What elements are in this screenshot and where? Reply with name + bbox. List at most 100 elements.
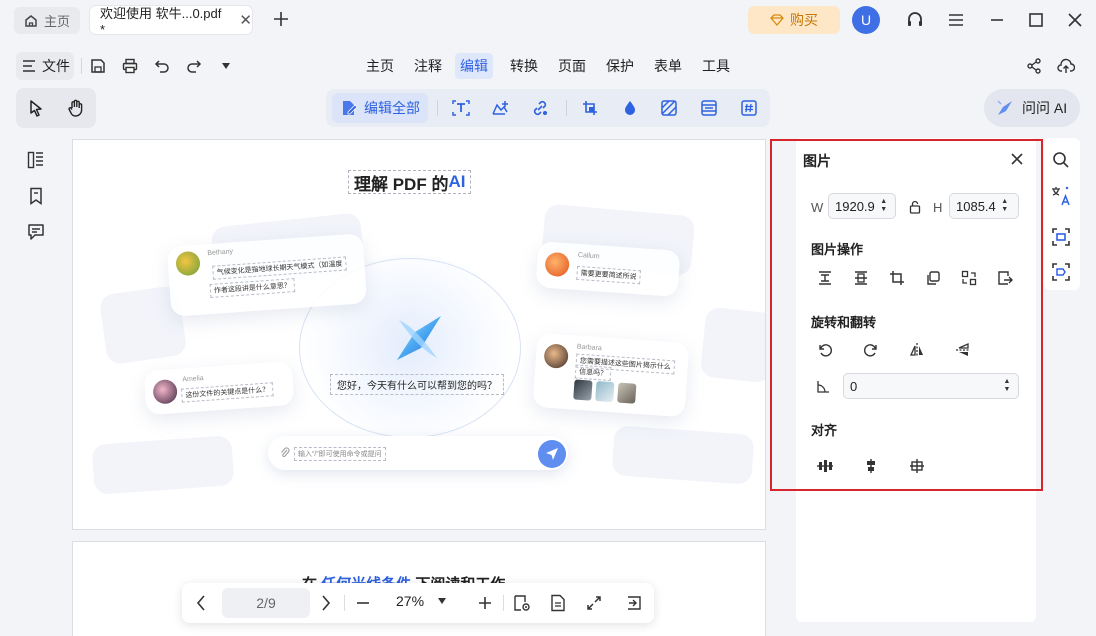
file-menu-button[interactable]: 文件 (16, 52, 74, 80)
export-image-icon[interactable] (995, 268, 1015, 288)
background-icon[interactable] (659, 98, 679, 118)
crop-icon[interactable] (887, 268, 907, 288)
crop-page-icon[interactable] (581, 98, 601, 118)
stepper-icon[interactable]: ▲ ▼ (1000, 198, 1010, 214)
extract-image-icon[interactable] (815, 268, 835, 288)
menu-item-page[interactable]: 页面 (553, 53, 591, 79)
cloud-upload-icon[interactable] (1056, 56, 1076, 76)
ai-input-placeholder: 输入“/”即可使用命令或提问 (294, 447, 386, 461)
divider (503, 595, 504, 611)
print-icon[interactable] (120, 56, 140, 76)
previous-page-icon[interactable] (191, 593, 211, 613)
rotate-flip-title: 旋转和翻转 (811, 315, 877, 330)
search-icon[interactable] (1050, 149, 1072, 171)
document-tab-label: 欢迎使用 软牛...0.pdf * (100, 6, 222, 37)
copy-image-icon[interactable] (923, 268, 943, 288)
avatar-bethany (175, 250, 201, 277)
hamburger-menu-icon[interactable] (945, 9, 967, 31)
header-footer-icon[interactable] (699, 98, 719, 118)
ask-ai-button[interactable]: 问问 AI (984, 89, 1080, 127)
minimize-icon[interactable] (986, 9, 1008, 31)
select-cursor-icon[interactable] (16, 88, 56, 128)
read-mode-icon[interactable] (512, 593, 532, 613)
avatar[interactable]: U (852, 6, 880, 34)
bates-number-icon[interactable] (739, 98, 759, 118)
pdf-title-prefix: 理解 PDF 的 (354, 174, 449, 194)
menu-item-home[interactable]: 主页 (361, 53, 399, 79)
comments-icon[interactable] (26, 222, 46, 242)
ai-sparkle-icon (996, 99, 1014, 117)
close-window-icon[interactable] (1064, 9, 1086, 31)
home-tab[interactable]: 主页 (14, 7, 80, 34)
zoom-selector[interactable]: 27% (396, 593, 447, 609)
undo-icon[interactable] (152, 56, 172, 76)
watermark-icon[interactable] (620, 98, 640, 118)
add-tab-icon[interactable] (270, 8, 292, 30)
save-icon[interactable] (88, 56, 108, 76)
add-image-icon[interactable] (491, 98, 511, 118)
paperclip-icon (280, 447, 290, 459)
more-dropdown-icon[interactable] (216, 56, 236, 76)
stepper-icon[interactable]: ▲ ▼ (1002, 378, 1012, 394)
fit-page-icon[interactable] (584, 593, 604, 613)
home-icon (24, 14, 38, 28)
buy-button[interactable]: 购买 (748, 6, 840, 34)
rotate-left-icon[interactable] (815, 340, 835, 360)
menu-item-convert[interactable]: 转换 (505, 53, 543, 79)
menu-item-comment[interactable]: 注释 (409, 53, 447, 79)
add-text-icon[interactable] (451, 98, 471, 118)
rotate-right-icon[interactable] (861, 340, 881, 360)
angle-field[interactable]: 0 ▲ ▼ (843, 373, 1019, 399)
page-layout-icon[interactable] (548, 593, 568, 613)
menu-item-tools[interactable]: 工具 (697, 53, 735, 79)
angle-icon (813, 377, 833, 397)
headset-icon[interactable] (904, 9, 926, 31)
pdf-title-ai: AI (448, 172, 466, 191)
send-icon (538, 440, 566, 468)
width-field[interactable]: 1920.9 ▲ ▼ (828, 193, 896, 219)
cursor-tool-group (16, 88, 96, 128)
close-icon[interactable] (1008, 150, 1026, 168)
split-image-icon[interactable] (959, 268, 979, 288)
decorative-card (91, 435, 235, 495)
translate-icon[interactable] (1050, 185, 1072, 207)
distribute-horizontal-icon[interactable] (815, 456, 835, 476)
ocr-scan-icon[interactable] (1050, 226, 1072, 248)
stepper-icon[interactable]: ▲ ▼ (879, 198, 889, 214)
menu-item-edit[interactable]: 编辑 (455, 53, 493, 79)
flip-vertical-icon[interactable] (953, 340, 973, 360)
close-tab-icon[interactable]: ✕ (239, 11, 252, 29)
page-number-field[interactable]: 2/9 (222, 588, 310, 618)
next-page-icon[interactable] (316, 593, 336, 613)
edit-all-button[interactable]: 编辑全部 (332, 93, 428, 123)
menu-item-form[interactable]: 表单 (649, 53, 687, 79)
zoom-out-icon[interactable] (353, 593, 373, 613)
pdf-title: 理解 PDF 的 AI (348, 170, 472, 194)
hand-tool-icon[interactable] (56, 88, 96, 128)
pdf-page[interactable]: Bethany 气候变化是指地球长期天气模式（如温度 作者这段讲是什么意思？ C… (72, 139, 766, 530)
redo-icon[interactable] (184, 56, 204, 76)
chat-name-callum: Callum (577, 251, 600, 261)
align-center-icon[interactable] (861, 456, 881, 476)
height-field[interactable]: 1085.4 ▲ ▼ (949, 193, 1019, 219)
maximize-icon[interactable] (1025, 9, 1047, 31)
zoom-in-icon[interactable] (475, 593, 495, 613)
divider (81, 58, 82, 74)
bookmark-icon[interactable] (26, 186, 46, 206)
document-tab[interactable]: 欢迎使用 软牛...0.pdf * ✕ (90, 6, 252, 37)
file-menu-label: 文件 (42, 58, 70, 74)
screen-capture-icon[interactable] (1050, 261, 1072, 283)
exit-fullscreen-icon[interactable] (624, 593, 644, 613)
lock-icon[interactable] (906, 198, 924, 216)
height-value: 1085.4 (956, 198, 996, 214)
thumbnails-icon[interactable] (26, 150, 46, 170)
decorative-card (699, 306, 765, 384)
menu-item-protect[interactable]: 保护 (601, 53, 639, 79)
align-middle-icon[interactable] (907, 456, 927, 476)
flip-horizontal-icon[interactable] (907, 340, 927, 360)
add-link-icon[interactable] (530, 98, 550, 118)
chat-text-callum: 需要更要简述所说 (576, 265, 641, 285)
share-icon[interactable] (1024, 56, 1044, 76)
edit-document-icon (340, 99, 358, 117)
replace-image-icon[interactable] (851, 268, 871, 288)
